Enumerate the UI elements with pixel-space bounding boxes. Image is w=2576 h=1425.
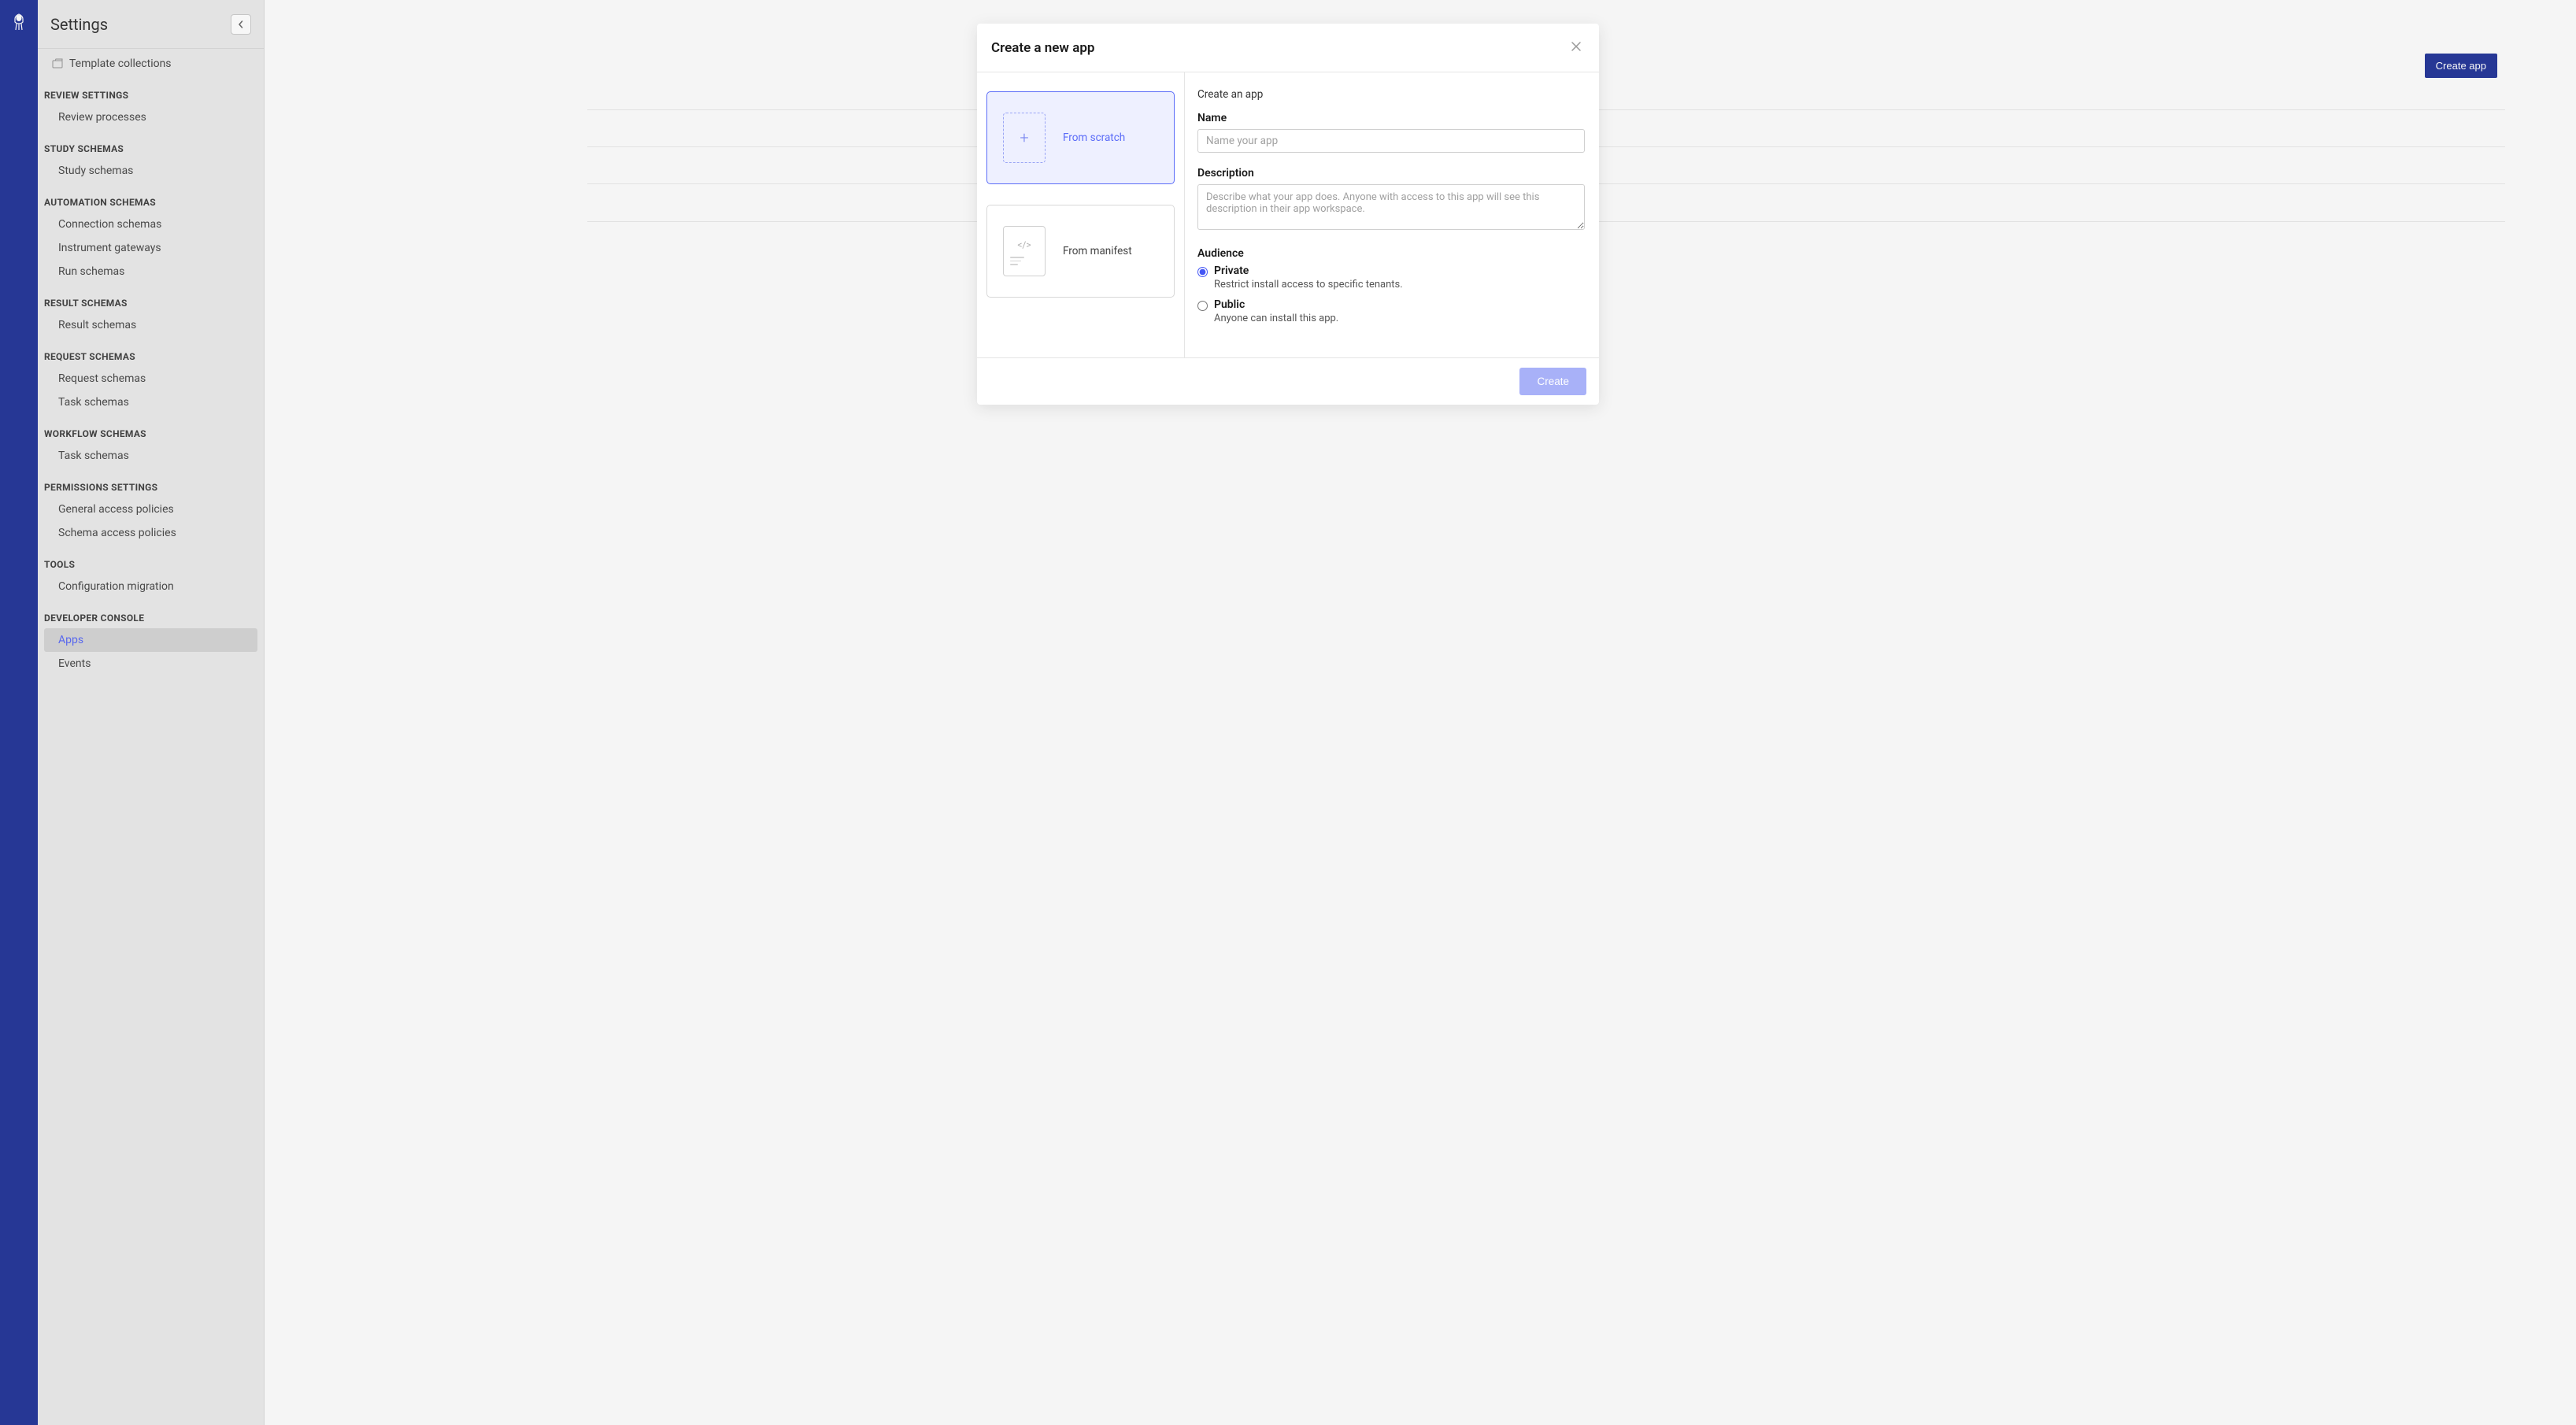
option-label: From manifest [1063, 245, 1132, 257]
app-description-input[interactable] [1197, 184, 1585, 230]
modal-header: Create a new app [977, 24, 1599, 72]
template-options: + From scratch </> [977, 72, 1185, 357]
option-from-manifest[interactable]: </> From manifest [986, 205, 1175, 298]
modal-close-button[interactable] [1567, 36, 1585, 59]
option-from-scratch[interactable]: + From scratch [986, 91, 1175, 184]
public-hint: Anyone can install this app. [1214, 313, 1338, 324]
public-radio[interactable] [1197, 301, 1208, 311]
app-name-input[interactable] [1197, 129, 1585, 153]
modal-title: Create a new app [991, 40, 1094, 56]
name-label: Name [1197, 112, 1585, 124]
private-hint: Restrict install access to specific tena… [1214, 279, 1403, 291]
close-icon [1571, 41, 1582, 52]
modal-footer: Create [977, 357, 1599, 405]
audience-private-option[interactable]: Private Restrict install access to speci… [1197, 265, 1585, 291]
description-label: Description [1197, 167, 1585, 180]
audience-label: Audience [1197, 247, 1585, 260]
option-label: From scratch [1063, 131, 1125, 144]
public-label: Public [1214, 298, 1338, 311]
manifest-icon: </> [1003, 226, 1046, 276]
audience-public-option[interactable]: Public Anyone can install this app. [1197, 298, 1585, 324]
private-radio[interactable] [1197, 267, 1208, 277]
app-form: Create an app Name Description Audience [1185, 72, 1599, 357]
scratch-icon: + [1003, 113, 1046, 163]
audience-radio-group: Private Restrict install access to speci… [1197, 265, 1585, 324]
modal-body: + From scratch </> [977, 72, 1599, 357]
create-button[interactable]: Create [1519, 368, 1586, 395]
create-app-modal: Create a new app + From scratch [977, 24, 1599, 405]
modal-backdrop[interactable]: Create a new app + From scratch [0, 0, 2576, 1425]
form-section-title: Create an app [1197, 88, 1585, 101]
private-label: Private [1214, 265, 1403, 277]
